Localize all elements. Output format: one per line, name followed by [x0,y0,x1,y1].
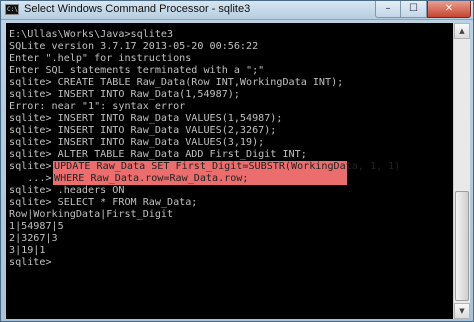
console-line: sqlite> CREATE TABLE Raw_Data(Row INT,Wo… [9,77,344,88]
console-line: sqlite> INSERT INTO Raw_Data VALUES(1,54… [9,113,283,124]
console-output[interactable]: E:\Ullas\Works\Java>sqlite3 SQLite versi… [6,23,453,319]
console-line: Enter ".help" for instructions [9,53,192,64]
vertical-scrollbar[interactable]: ▲ ▼ [453,23,470,319]
scroll-thumb[interactable] [455,191,469,301]
scroll-up-arrow-icon[interactable]: ▲ [454,23,470,39]
console-line: Enter SQL statements terminated with a "… [9,65,265,76]
console-line: sqlite> INSERT INTO Raw_Data VALUES(2,32… [9,125,277,136]
console-line: sqlite> INSERT INTO Raw_Data(1,54987); [9,89,240,100]
window-title: Select Windows Command Processor - sqlit… [24,3,251,15]
console-line: 1|54987|5 [9,221,64,232]
console-line: 2|3267|3 [9,233,58,244]
close-button[interactable]: ✕ [427,1,471,18]
console-line: Row|WorkingData|First_Digit [9,209,174,220]
cmd-icon[interactable]: C:\ [5,4,19,15]
console-line: sqlite> INSERT INTO Raw_Data VALUES(3,19… [9,137,265,148]
highlighted-sql-line: WHERE Raw_Data.row=Raw_Data.row; [54,173,249,184]
command-prompt-window: C:\ Select Windows Command Processor - s… [0,0,474,322]
console-line: Error: near "1": syntax error [9,101,186,112]
console-prompt-line[interactable]: sqlite> [9,257,52,269]
console-line: E:\Ullas\Works\Java>sqlite3 [9,29,174,40]
console-line: sqlite> ALTER TABLE Raw_Data ADD First_D… [9,149,307,160]
console-line: 3|19|1 [9,245,46,256]
console-line: sqlite> SELECT * FROM Raw_Data; [9,197,198,208]
maximize-button[interactable]: ☐ [401,1,427,18]
scroll-down-arrow-icon[interactable]: ▼ [454,303,470,319]
console-continuation-prompt: ...> [9,173,58,184]
console-line: SQLite version 3.7.17 2013-05-20 00:56:2… [9,41,259,52]
highlighted-sql-line: UPDATE Raw_Data SET First_Digit=SUBSTR(W… [54,161,401,172]
console-prompt: sqlite> [9,161,58,172]
console-line: sqlite> .headers ON [9,185,125,196]
title-bar[interactable]: C:\ Select Windows Command Processor - s… [1,1,473,20]
minimize-button[interactable]: – [375,1,401,18]
